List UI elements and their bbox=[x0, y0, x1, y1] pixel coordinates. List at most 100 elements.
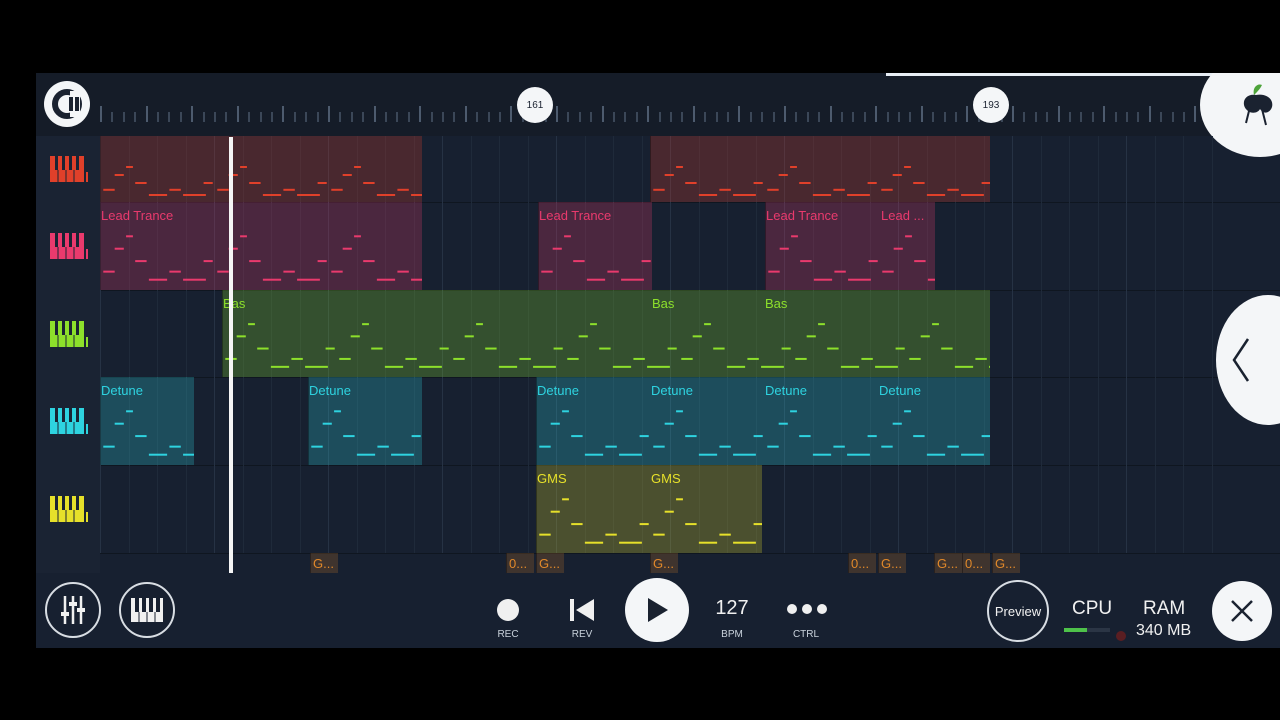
pattern-clip[interactable]: GMS GMS bbox=[536, 465, 762, 553]
automation-clip[interactable]: G... bbox=[992, 553, 1020, 573]
pattern-clip[interactable]: Lead Trance bbox=[100, 202, 422, 290]
grid-line bbox=[413, 465, 415, 553]
timeline-marker-193[interactable]: 193 bbox=[973, 87, 1009, 123]
grid-line bbox=[1012, 202, 1013, 290]
pattern-clip[interactable]: Detune bbox=[308, 377, 422, 465]
playlist-area[interactable]: Lead Trance Lead Trance Lead Trance Lead ..… bbox=[36, 136, 1280, 574]
piano-keys-icon bbox=[131, 598, 163, 622]
ruler-tick bbox=[704, 112, 707, 122]
pattern-clip[interactable]: Lead Trance bbox=[538, 202, 652, 290]
pattern-clip[interactable]: Lead Trance Lead ... bbox=[765, 202, 935, 290]
ruler-tick bbox=[202, 112, 205, 122]
automation-clip[interactable]: G... bbox=[310, 553, 338, 573]
playlist-track[interactable]: GMS GMS bbox=[36, 465, 1280, 554]
track-grid[interactable] bbox=[100, 136, 1280, 202]
mixer-button[interactable] bbox=[45, 582, 101, 638]
playlist-track[interactable]: Lead Trance Lead Trance Lead Trance Lead ..… bbox=[36, 202, 1280, 291]
play-button[interactable] bbox=[625, 578, 689, 642]
grid-line bbox=[1040, 465, 1042, 553]
track-instrument-button[interactable] bbox=[36, 290, 100, 377]
ruler-tick bbox=[909, 112, 912, 122]
rewind-button[interactable] bbox=[568, 597, 596, 623]
tempo-value[interactable]: 127 bbox=[702, 597, 762, 620]
playlist-track[interactable]: Detune Detune Detune Detune Detune Detune bbox=[36, 377, 1280, 466]
clip-notes bbox=[541, 235, 651, 281]
controls-button[interactable] bbox=[786, 603, 828, 615]
automation-track-head[interactable] bbox=[36, 553, 100, 573]
track-instrument-button[interactable] bbox=[36, 465, 100, 553]
grid-line bbox=[1069, 290, 1070, 377]
grid-line bbox=[128, 290, 130, 377]
ruler-tick bbox=[100, 106, 102, 122]
grid-line bbox=[1211, 136, 1213, 202]
track-instrument-button[interactable] bbox=[36, 136, 100, 202]
ruler-tick bbox=[282, 106, 285, 122]
piano-keys-icon bbox=[50, 496, 88, 522]
track-grid[interactable]: Bas Bas Bas bbox=[100, 290, 1280, 377]
ruler-tick bbox=[738, 106, 741, 122]
ruler-tick bbox=[715, 112, 718, 122]
record-button[interactable] bbox=[497, 599, 519, 621]
close-button[interactable] bbox=[1212, 581, 1272, 641]
ruler-tick bbox=[1137, 112, 1140, 122]
grid-line bbox=[755, 202, 757, 290]
grid-line bbox=[1040, 136, 1042, 202]
grid-line bbox=[1183, 202, 1184, 290]
grid-line bbox=[100, 290, 101, 377]
grid-line bbox=[499, 202, 500, 290]
ruler-tick bbox=[1194, 106, 1197, 122]
playlist-track[interactable] bbox=[36, 136, 1280, 203]
chevron-left-icon bbox=[1232, 338, 1250, 382]
pattern-clip[interactable]: Detune Detune Detune Detune bbox=[536, 377, 990, 465]
automation-clip[interactable]: G... bbox=[934, 553, 962, 573]
controls-label: CTRL bbox=[792, 629, 820, 640]
ruler-ticks bbox=[100, 106, 1280, 128]
track-grid[interactable]: GMS GMS bbox=[100, 465, 1280, 553]
track-grid[interactable]: Lead Trance Lead Trance Lead Trance Lead ..… bbox=[100, 202, 1280, 290]
automation-clip[interactable]: G... bbox=[650, 553, 678, 573]
piano-roll-button[interactable] bbox=[119, 582, 175, 638]
cpu-overload-indicator bbox=[1116, 631, 1126, 641]
pattern-clip[interactable] bbox=[100, 136, 422, 202]
piano-keys-icon bbox=[50, 156, 88, 182]
main-menu-button[interactable] bbox=[44, 81, 90, 127]
automation-grid[interactable]: G... 0... G... G... 0... G... G... 0... G... bbox=[100, 553, 1280, 573]
transport-bar: REC REV 127 BPM CTRL Preview CPU RAM 340… bbox=[36, 573, 1280, 648]
grid-line bbox=[898, 465, 899, 553]
cpu-meter-fill bbox=[1064, 628, 1087, 632]
automation-clip[interactable]: 0... bbox=[506, 553, 534, 573]
grid-line bbox=[1154, 465, 1156, 553]
ruler-tick bbox=[795, 112, 798, 122]
record-label: REC bbox=[497, 629, 519, 640]
pattern-clip[interactable]: Bas Bas Bas bbox=[222, 290, 990, 377]
grid-line bbox=[214, 290, 215, 377]
pattern-clip[interactable] bbox=[650, 136, 990, 202]
automation-clip[interactable]: G... bbox=[878, 553, 906, 573]
grid-line bbox=[641, 136, 643, 202]
grid-line bbox=[185, 465, 187, 553]
grid-line bbox=[242, 465, 244, 553]
ruler-tick bbox=[955, 112, 957, 122]
ruler-tick bbox=[236, 106, 239, 122]
automation-clip-name: G... bbox=[881, 556, 902, 571]
automation-clip-name: 0... bbox=[965, 556, 984, 571]
playhead[interactable] bbox=[229, 137, 233, 574]
pattern-clip[interactable]: Detune bbox=[100, 377, 194, 465]
automation-clip[interactable]: G... bbox=[536, 553, 564, 573]
playlist-track[interactable]: Bas Bas Bas bbox=[36, 290, 1280, 378]
grid-line bbox=[527, 136, 529, 202]
timeline-ruler[interactable]: 161 193 bbox=[36, 73, 1280, 157]
track-instrument-button[interactable] bbox=[36, 377, 100, 465]
timeline-marker-161[interactable]: 161 bbox=[517, 87, 553, 123]
automation-clip[interactable]: 0... bbox=[848, 553, 876, 573]
track-instrument-button[interactable] bbox=[36, 202, 100, 290]
grid-line bbox=[1097, 377, 1099, 465]
automation-clip[interactable]: 0... bbox=[962, 553, 990, 573]
grid-line bbox=[1040, 377, 1042, 465]
grid-line bbox=[157, 465, 158, 553]
automation-track[interactable]: G... 0... G... G... 0... G... G... 0... G... bbox=[36, 553, 1280, 574]
grid-line bbox=[1154, 136, 1156, 202]
preview-button[interactable]: Preview bbox=[987, 580, 1049, 642]
grid-line bbox=[698, 202, 700, 290]
track-grid[interactable]: Detune Detune Detune Detune Detune Detune bbox=[100, 377, 1280, 465]
